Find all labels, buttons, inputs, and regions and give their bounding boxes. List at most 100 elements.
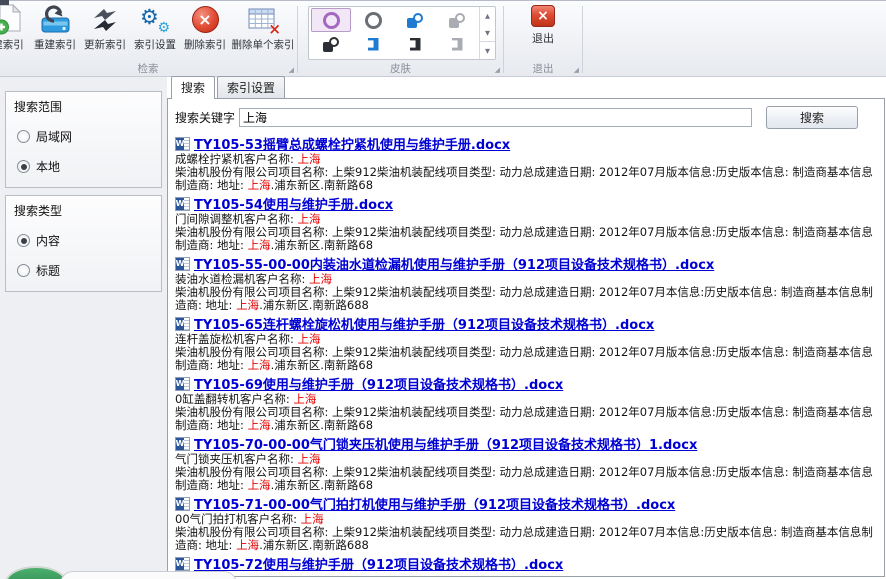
highlighted-keyword: 上海: [248, 178, 271, 192]
ribbon-group-index-footer: 检索 ◢: [0, 61, 296, 76]
new-index-button[interactable]: 建索引: [0, 1, 30, 52]
word-doc-icon: W: [175, 377, 190, 391]
dialog-launcher-icon[interactable]: ◢: [289, 67, 294, 74]
rebuild-index-icon: [39, 3, 71, 36]
index-settings-button[interactable]: ⚙⚙索引设置: [130, 1, 180, 52]
skin-purple-ring-icon: [323, 12, 340, 29]
skin-light-clock[interactable]: [437, 8, 477, 32]
ribbon-separator: [297, 6, 298, 73]
result-link[interactable]: TY105-69使用与维护手册（912项目设备技术规格书）.docx: [194, 374, 563, 393]
highlighted-keyword: 上海: [236, 298, 259, 312]
highlighted-keyword: 上海: [309, 272, 332, 286]
search-scope-group: 搜索范围 局域网本地: [5, 91, 162, 188]
result-link[interactable]: TY105-53摇臂总成螺栓拧紧机使用与维护手册.docx: [194, 134, 510, 153]
result-link[interactable]: TY105-55-00-00内装油水道检漏机使用与维护手册（912项目设备技术规…: [194, 254, 714, 273]
result-title-row: WTY105-65连杆螺栓旋松机使用与维护手册（912项目设备技术规格书）.do…: [175, 315, 877, 332]
word-doc-icon: W: [175, 257, 190, 271]
search-tab-page: 搜索关键字 搜索 WTY105-53摇臂总成螺栓拧紧机使用与维护手册.docx成…: [167, 98, 885, 577]
highlighted-keyword: 上海: [298, 152, 321, 166]
search-type-option[interactable]: 内容: [17, 232, 153, 249]
radio-icon: [17, 130, 30, 143]
exit-icon: ×: [531, 5, 555, 27]
ribbon-group-skin-label: 皮肤: [390, 61, 411, 76]
exit-button-label: 退出: [532, 30, 554, 46]
scroll-up-icon[interactable]: ▲: [480, 7, 495, 24]
skin-gray-ring[interactable]: [353, 8, 393, 32]
skin-blue-clock[interactable]: [395, 8, 435, 32]
search-result: WTY105-65连杆螺栓旋松机使用与维护手册（912项目设备技术规格书）.do…: [175, 315, 877, 372]
result-title-row: WTY105-54使用与维护手册.docx: [175, 195, 877, 212]
search-keyword-input[interactable]: [239, 108, 752, 127]
highlighted-keyword: 上海: [248, 358, 271, 372]
highlighted-keyword: 上海: [248, 418, 271, 432]
search-scope-title: 搜索范围: [14, 98, 153, 115]
skin-black-clock[interactable]: [311, 32, 351, 56]
search-type-title: 搜索类型: [14, 202, 153, 219]
result-link[interactable]: TY105-65连杆螺栓旋松机使用与维护手册（912项目设备技术规格书）.doc…: [194, 314, 654, 333]
result-snippet: 装油水道检漏机客户名称: 上海柴油机股份有限公司项目名称: 上柴912柴油机装配…: [175, 273, 877, 312]
skin-blue-solid[interactable]: [353, 32, 393, 56]
radio-icon: [17, 234, 30, 247]
result-link[interactable]: TY105-72使用与维护手册（912项目设备技术规格书）.docx: [194, 554, 563, 573]
word-doc-icon: W: [175, 437, 190, 451]
result-title-row: W TY105-53摇臂总成螺栓拧紧机使用与维护手册.docx: [175, 135, 877, 152]
search-result: W TY105-72使用与维护手册（912项目设备技术规格书）.docx: [175, 555, 877, 572]
ribbon-button-label: 删除单个索引: [232, 37, 295, 52]
window-edge-artifact: [0, 0, 9, 5]
scroll-down-icon[interactable]: ▼: [480, 24, 495, 41]
skin-black-solid[interactable]: [395, 32, 435, 56]
skin-gray-solid-icon: [452, 38, 463, 51]
background-widget-white: [60, 571, 237, 579]
delete-single-index-button[interactable]: ×删除单个索引: [230, 1, 296, 52]
search-type-option[interactable]: 标题: [17, 262, 153, 279]
ribbon-button-label: 索引设置: [134, 37, 176, 52]
ribbon-separator: [503, 6, 504, 73]
tab-strip: 搜索 索引设置: [171, 79, 886, 98]
exit-button[interactable]: × 退出: [531, 1, 555, 46]
search-type-group: 搜索类型 内容标题: [5, 195, 162, 292]
search-scope-option[interactable]: 局域网: [17, 128, 153, 145]
word-doc-icon: W: [175, 137, 190, 151]
radio-icon: [17, 264, 30, 277]
tab-index-settings[interactable]: 索引设置: [217, 76, 285, 98]
radio-icon: [17, 160, 30, 173]
search-scope-option-label: 局域网: [36, 128, 72, 145]
result-title-row: W TY105-55-00-00内装油水道检漏机使用与维护手册（912项目设备技术…: [175, 255, 877, 272]
ribbon-group-index-label: 检索: [138, 61, 159, 76]
ribbon-button-label: 更新索引: [84, 37, 126, 52]
result-title-row: W TY105-69使用与维护手册（912项目设备技术规格书）.docx: [175, 375, 877, 392]
ribbon: 建索引重建索引更新索引⚙⚙索引设置×删除索引×删除单个索引 检索 ◢ ▲ ▼ ▼: [0, 0, 886, 77]
highlighted-keyword: 上海: [301, 512, 324, 526]
highlighted-keyword: 上海: [236, 538, 259, 552]
ribbon-button-label: 重建索引: [34, 37, 76, 52]
ribbon-group-exit-footer: 退出 ◢: [505, 61, 581, 76]
ribbon-button-label: 删除索引: [184, 37, 226, 52]
skin-gray-solid[interactable]: [437, 32, 477, 56]
search-result: WTY105-71-00-00气门拍打机使用与维护手册（912项目设备技术规格书…: [175, 495, 877, 552]
search-result: W TY105-70-00-00气门锁夹压机使用与维护手册（912项目设备技术规格…: [175, 435, 877, 492]
rebuild-index-button[interactable]: 重建索引: [30, 1, 80, 52]
search-type-option-label: 标题: [36, 262, 60, 279]
delete-index-button[interactable]: ×删除索引: [180, 1, 230, 52]
result-link[interactable]: TY105-54使用与维护手册.docx: [194, 194, 393, 213]
result-link[interactable]: TY105-71-00-00气门拍打机使用与维护手册（912项目设备技术规格书）…: [194, 494, 675, 513]
tab-search[interactable]: 搜索: [171, 76, 215, 99]
skin-purple-ring[interactable]: [311, 8, 351, 32]
search-scope-option[interactable]: 本地: [17, 158, 153, 175]
gallery-more-icon[interactable]: ▼: [480, 41, 495, 59]
ribbon-group-index: 建索引重建索引更新索引 ⚙⚙索引设置×删除索引×删除单个索引 检索 ◢: [0, 1, 296, 76]
result-title-row: WTY105-71-00-00气门拍打机使用与维护手册（912项目设备技术规格书…: [175, 495, 877, 512]
word-doc-icon: W: [175, 557, 190, 571]
result-link[interactable]: TY105-70-00-00气门锁夹压机使用与维护手册（912项目设备技术规格书…: [194, 434, 697, 453]
highlighted-keyword: 上海: [298, 452, 321, 466]
ribbon-group-exit-label: 退出: [533, 61, 554, 76]
dialog-launcher-icon[interactable]: ◢: [574, 67, 579, 74]
result-title-row: W TY105-72使用与维护手册（912项目设备技术规格书）.docx: [175, 555, 877, 572]
skin-gray-ring-icon: [365, 12, 382, 29]
search-button[interactable]: 搜索: [766, 106, 858, 129]
update-index-button[interactable]: 更新索引: [80, 1, 130, 52]
ribbon-group-skin: ▲ ▼ ▼ 皮肤 ◢: [299, 1, 502, 76]
highlighted-keyword: 上海: [248, 478, 271, 492]
dialog-launcher-icon[interactable]: ◢: [495, 67, 500, 74]
ribbon-group-exit: × 退出 退出 ◢: [505, 1, 581, 76]
